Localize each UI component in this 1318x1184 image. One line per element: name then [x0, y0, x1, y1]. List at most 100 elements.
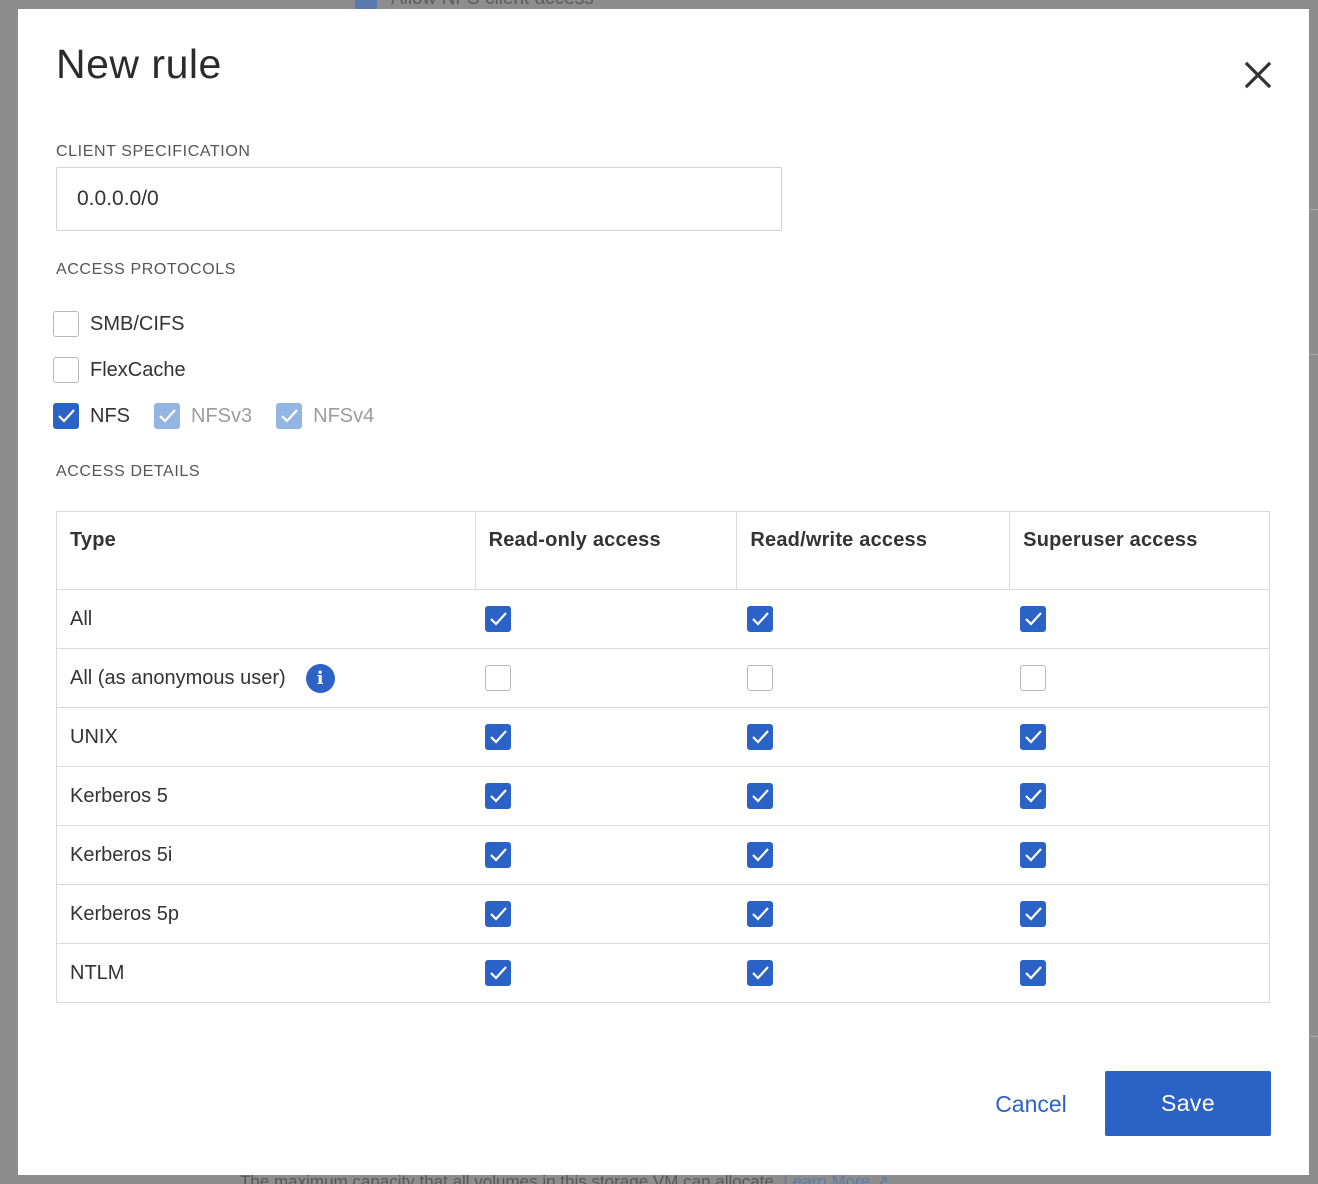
background-divider [1309, 354, 1318, 355]
protocol-nfsv3: NFSv3 [154, 403, 252, 429]
read-only-cell [475, 648, 737, 708]
protocol-nfs[interactable]: NFS [53, 403, 130, 429]
column-header-read-only: Read-only access [474, 511, 737, 590]
info-icon[interactable]: i [305, 663, 335, 693]
protocol-smb-cifs[interactable]: SMB/CIFS [53, 311, 208, 337]
read-write-checkbox[interactable] [746, 783, 773, 809]
column-header-read-write: Read/write access [736, 511, 1010, 590]
access-details-body: All All (as anonymous user) i UNIX Kerberos … [56, 589, 1270, 1003]
nfsv3-label: NFSv3 [191, 404, 253, 427]
nfsv4-label: NFSv4 [313, 404, 375, 427]
superuser-checkbox[interactable] [1019, 842, 1046, 868]
nfs-label: NFS [90, 404, 130, 427]
read-only-cell [475, 944, 737, 1003]
read-write-cell [736, 589, 1010, 649]
cancel-button[interactable]: Cancel [986, 1072, 1076, 1136]
save-button[interactable]: Save [1105, 1071, 1271, 1136]
access-details-table: Type Read-only access Read/write access … [56, 511, 1270, 1003]
table-row: Kerberos 5 [56, 766, 1270, 826]
client-specification-input[interactable] [56, 167, 782, 231]
type-cell: NTLM [57, 944, 476, 1003]
read-write-checkbox[interactable] [746, 606, 773, 632]
read-write-checkbox[interactable] [746, 901, 773, 927]
superuser-checkbox[interactable] [1019, 960, 1046, 986]
type-label: All [70, 607, 93, 630]
superuser-cell [1010, 944, 1270, 1003]
table-header-row: Type Read-only access Read/write access … [56, 511, 1270, 590]
type-label: All (as anonymous user) [70, 666, 286, 689]
smb-cifs-checkbox[interactable] [53, 311, 79, 337]
read-only-checkbox[interactable] [485, 901, 512, 927]
table-row: All [56, 589, 1270, 649]
superuser-cell [1009, 648, 1270, 708]
protocol-nfsv4: NFSv4 [276, 403, 374, 429]
type-cell: Kerberos 5 [56, 766, 476, 826]
dialog-title: New rule [56, 41, 222, 87]
table-row: Kerberos 5i [56, 825, 1270, 885]
flexcache-label: FlexCache [90, 358, 186, 381]
read-only-checkbox[interactable] [485, 606, 512, 632]
flexcache-checkbox[interactable] [53, 357, 79, 383]
type-label: Kerberos 5i [70, 843, 173, 866]
column-header-superuser: Superuser access [1009, 511, 1270, 590]
read-only-checkbox[interactable] [485, 960, 512, 986]
superuser-checkbox[interactable] [1019, 901, 1046, 927]
read-only-cell [475, 707, 737, 767]
type-label: Kerberos 5p [70, 902, 179, 925]
client-specification-label: CLIENT SPECIFICATION [56, 143, 251, 160]
type-cell: Kerberos 5p [56, 884, 476, 944]
superuser-checkbox[interactable] [1019, 606, 1046, 632]
nfsv4-checkbox [276, 403, 303, 429]
new-rule-dialog: New rule CLIENT SPECIFICATION ACCESS PRO… [18, 9, 1309, 1175]
type-label: UNIX [70, 725, 118, 748]
read-write-cell [736, 825, 1010, 885]
superuser-checkbox[interactable] [1019, 724, 1046, 750]
close-button[interactable] [1240, 57, 1276, 93]
table-row: Kerberos 5p [56, 884, 1270, 944]
read-write-cell [736, 648, 1010, 708]
background-divider [1309, 209, 1318, 210]
table-row: All (as anonymous user) i [56, 648, 1270, 708]
superuser-checkbox[interactable] [1019, 665, 1046, 691]
read-only-cell [475, 766, 737, 826]
read-only-checkbox[interactable] [485, 783, 512, 809]
read-only-checkbox[interactable] [485, 724, 512, 750]
type-label: Kerberos 5 [70, 784, 168, 807]
read-write-cell [736, 884, 1010, 944]
protocol-flexcache[interactable]: FlexCache [53, 357, 210, 383]
type-cell: Kerberos 5i [56, 825, 476, 885]
read-write-checkbox[interactable] [746, 960, 773, 986]
type-cell: UNIX [56, 707, 476, 767]
read-only-checkbox[interactable] [485, 842, 512, 868]
read-write-cell [737, 944, 1010, 1003]
access-details-label: ACCESS DETAILS [56, 463, 201, 480]
background-divider [1309, 1036, 1318, 1037]
superuser-cell [1009, 766, 1270, 826]
type-cell: All (as anonymous user) i [56, 648, 476, 708]
type-label: NTLM [70, 961, 125, 984]
read-write-checkbox[interactable] [746, 665, 773, 691]
smb-cifs-label: SMB/CIFS [90, 312, 185, 335]
superuser-checkbox[interactable] [1019, 783, 1046, 809]
column-header-type: Type [56, 511, 476, 590]
superuser-cell [1009, 825, 1270, 885]
table-row: UNIX [56, 707, 1270, 767]
type-cell: All [56, 589, 476, 649]
nfs-checkbox[interactable] [53, 403, 79, 429]
read-write-cell [736, 707, 1010, 767]
superuser-cell [1009, 884, 1270, 944]
superuser-cell [1009, 707, 1270, 767]
read-only-cell [475, 589, 737, 649]
read-only-checkbox[interactable] [485, 665, 512, 691]
read-only-cell [475, 825, 737, 885]
read-write-checkbox[interactable] [746, 842, 773, 868]
superuser-cell [1009, 589, 1270, 649]
read-only-cell [475, 884, 737, 944]
access-protocols-label: ACCESS PROTOCOLS [56, 261, 237, 278]
read-write-checkbox[interactable] [746, 724, 773, 750]
read-write-cell [736, 766, 1010, 826]
table-row: NTLM [57, 944, 1270, 1003]
nfsv3-checkbox [154, 403, 180, 429]
close-icon [1244, 61, 1272, 89]
protocol-nfs-group: NFS NFSv3 NFSv4 [53, 403, 398, 429]
